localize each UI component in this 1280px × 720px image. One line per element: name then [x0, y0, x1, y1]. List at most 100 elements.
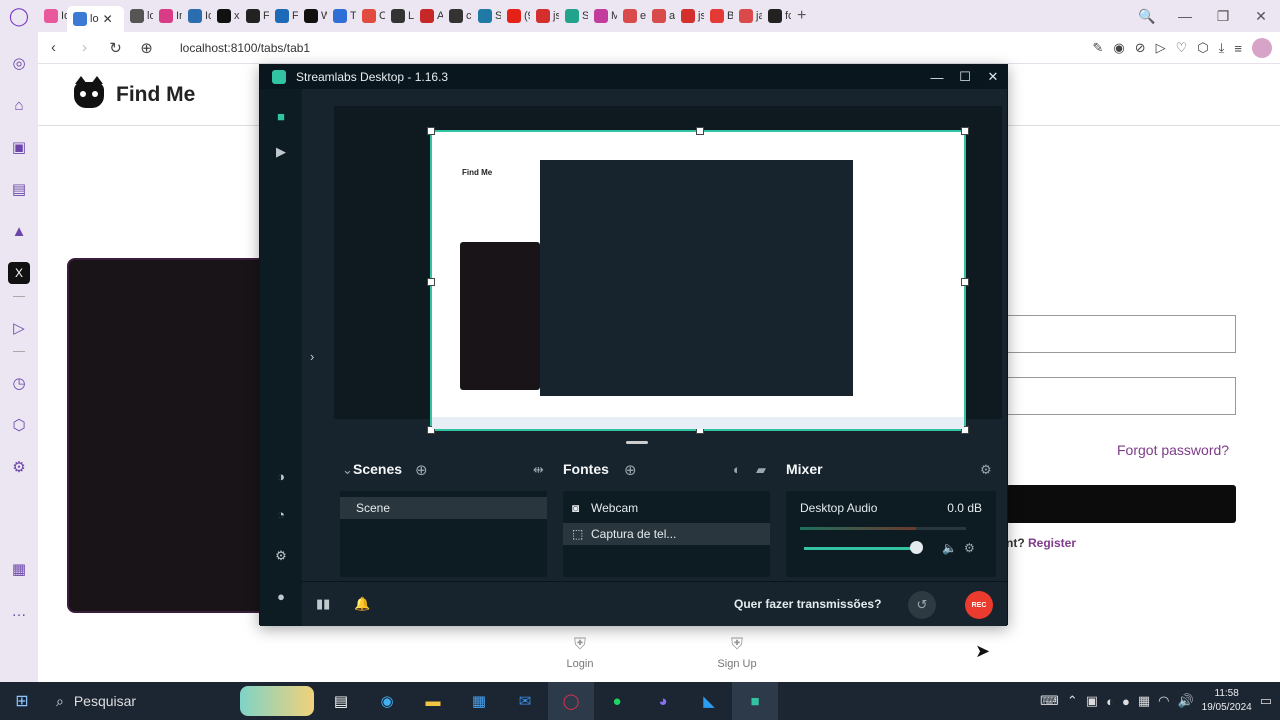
browser-tab[interactable]: Fr	[240, 3, 269, 29]
browser-tab[interactable]: In	[153, 3, 182, 29]
more-icon[interactable]: …	[8, 600, 30, 622]
restore-button[interactable]: ❐	[1204, 8, 1242, 25]
browser-tab[interactable]: M	[588, 3, 617, 29]
tray-app-icon[interactable]: ▦	[1138, 693, 1150, 709]
player-icon[interactable]: ▷	[8, 317, 30, 339]
clock[interactable]: 11:58 19/05/2024	[1202, 687, 1252, 715]
wallet-icon[interactable]: ▤	[8, 178, 30, 200]
volume-knob[interactable]	[910, 541, 923, 554]
folder-icon[interactable]: ▰	[756, 462, 766, 478]
resize-handle[interactable]	[427, 278, 435, 286]
browser-tab[interactable]: Fe	[269, 3, 298, 29]
password-field[interactable]	[1006, 377, 1236, 415]
notification-icon[interactable]: ▭	[1260, 693, 1272, 709]
file-explorer-icon[interactable]: ▬	[410, 682, 456, 720]
maximize-button[interactable]: ☐	[951, 65, 979, 89]
browser-tab[interactable]: C	[356, 3, 385, 29]
dashboard-icon[interactable]: ◑	[272, 467, 290, 485]
add-scene-icon[interactable]: ⊕	[415, 461, 428, 479]
browser-tab[interactable]: W	[298, 3, 327, 29]
cube-icon[interactable]: ⬡	[1197, 40, 1208, 56]
resize-handle[interactable]	[961, 278, 969, 286]
tray-app-icon[interactable]: ▣	[1086, 693, 1098, 709]
play-icon[interactable]: ▷	[1156, 40, 1166, 56]
chevron-down-icon[interactable]: ⌄	[342, 462, 353, 478]
source-group-icon[interactable]: ◐	[733, 462, 741, 477]
rec-button[interactable]: REC	[965, 591, 993, 619]
wifi-icon[interactable]: ◠	[1158, 693, 1169, 709]
close-button[interactable]: ✕	[979, 65, 1007, 89]
scene-transition-icon[interactable]: ⇹	[533, 462, 544, 478]
aria-icon[interactable]: ◎	[8, 52, 30, 74]
menu-icon[interactable]: ≡	[1234, 41, 1242, 56]
settings-icon[interactable]: ⚙	[8, 456, 30, 478]
source-item-webcam[interactable]: ◙ Webcam	[563, 497, 770, 519]
download-icon[interactable]: ⤓	[1219, 40, 1225, 56]
browser-tab[interactable]: lo ✕	[67, 6, 124, 32]
volume-icon[interactable]: 🔊	[1177, 693, 1193, 709]
windows-start-icon[interactable]: ⊞	[0, 682, 44, 720]
chevron-right-icon[interactable]: ›	[310, 349, 314, 364]
keyboard-icon[interactable]: ⌨	[1040, 693, 1059, 709]
browser-tab[interactable]: fc	[762, 3, 791, 29]
editor-icon[interactable]: ■	[272, 107, 290, 125]
pinboard-icon[interactable]: ▦	[8, 558, 30, 580]
browser-tab[interactable]: ar	[646, 3, 675, 29]
site-info-icon[interactable]: ⊕	[131, 39, 162, 57]
source-item-screen-capture[interactable]: ⬚ Captura de tel...	[563, 523, 770, 545]
speaker-icon[interactable]: 🔈	[942, 541, 957, 555]
browser-tab[interactable]: js	[530, 3, 559, 29]
volume-slider[interactable]	[804, 547, 916, 550]
browser-tab[interactable]: Te	[327, 3, 356, 29]
store-icon[interactable]: ▦	[456, 682, 502, 720]
edge-icon[interactable]: ◉	[364, 682, 410, 720]
forward-icon[interactable]: ›	[69, 39, 100, 56]
shopping-icon[interactable]: ⌂	[8, 94, 30, 116]
mail-icon[interactable]: ✉	[502, 682, 548, 720]
preview-canvas[interactable]: Find Me	[427, 127, 969, 434]
arc-icon[interactable]: ▲	[8, 220, 30, 242]
apps-icon[interactable]: ◔	[272, 505, 290, 523]
browser-tab[interactable]: Li	[385, 3, 414, 29]
minimize-button[interactable]: —	[923, 65, 951, 89]
adblock-icon[interactable]: ⊘	[1135, 40, 1146, 56]
browser-tab[interactable]: ja	[733, 3, 762, 29]
browser-tab[interactable]: ec	[617, 3, 646, 29]
browser-tab[interactable]: Io	[38, 3, 67, 29]
search-highlight-image[interactable]	[240, 686, 314, 716]
search-tabs-icon[interactable]: 🔍	[1128, 8, 1166, 25]
profile-icon[interactable]: ●	[272, 587, 290, 605]
browser-tab[interactable]: Sc	[559, 3, 588, 29]
browser-tab[interactable]: St	[472, 3, 501, 29]
browser-tab[interactable]: A	[414, 3, 443, 29]
url-field[interactable]: localhost:8100/tabs/tab1	[180, 41, 310, 55]
mixer-settings-icon[interactable]: ⚙	[980, 462, 992, 478]
channel-settings-icon[interactable]: ⚙	[964, 541, 975, 555]
twitch-icon[interactable]: ▣	[8, 136, 30, 158]
back-icon[interactable]: ‹	[38, 39, 69, 56]
heart-icon[interactable]: ♡	[1176, 40, 1188, 56]
extensions-icon[interactable]: ⬡	[8, 414, 30, 436]
forgot-password-link[interactable]: Forgot password?	[1117, 442, 1229, 458]
stats-icon[interactable]: ▮▮	[316, 596, 330, 612]
discord-icon[interactable]: ◕	[640, 682, 686, 720]
browser-tab[interactable]: cc	[443, 3, 472, 29]
browser-tab[interactable]: Ic	[182, 3, 211, 29]
replay-buffer-icon[interactable]: ↺	[908, 591, 936, 619]
tray-app-icon[interactable]: ◐	[1106, 694, 1114, 709]
history-icon[interactable]: ◷	[8, 372, 30, 394]
register-link[interactable]: Register	[1028, 536, 1076, 550]
spotify-icon[interactable]: ●	[594, 682, 640, 720]
edit-icon[interactable]: ✎	[1092, 40, 1103, 56]
add-source-icon[interactable]: ⊕	[624, 461, 637, 479]
streamlabs-taskbar-icon[interactable]: ■	[732, 682, 778, 720]
settings-icon[interactable]: ⚙	[272, 547, 290, 565]
close-button[interactable]: ✕	[1242, 8, 1280, 25]
nav-login[interactable]: ⛨ Login	[550, 636, 610, 670]
resize-handle[interactable]	[696, 127, 704, 135]
opera-icon[interactable]: ◯	[548, 682, 594, 720]
opera-logo-icon[interactable]: ◯	[0, 0, 38, 32]
minimize-button[interactable]: —	[1166, 8, 1204, 24]
stream-question[interactable]: Quer fazer transmissões?	[734, 597, 881, 611]
resize-handle[interactable]	[961, 127, 969, 135]
